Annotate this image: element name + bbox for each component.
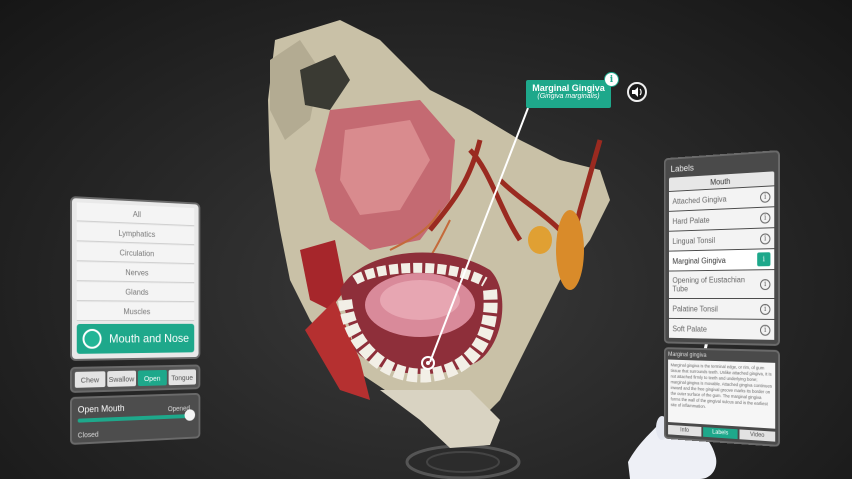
callout-name: Marginal Gingiva	[532, 83, 605, 93]
system-item-glands[interactable]: Glands	[76, 282, 195, 303]
label-item[interactable]: Soft Palate i	[668, 318, 775, 340]
info-icon[interactable]: i	[760, 303, 771, 315]
label-item-text: Lingual Tonsil	[672, 235, 716, 246]
info-icon[interactable]: i	[760, 232, 771, 245]
slider-title: Open Mouth	[77, 403, 125, 415]
salivary-gland	[556, 210, 584, 290]
action-bar: Chew Swallow Open Tongue	[70, 364, 201, 393]
system-item-lymphatics[interactable]: Lymphatics	[76, 222, 195, 246]
label-item-text: Palatine Tonsil	[672, 304, 718, 314]
system-item-nerves[interactable]: Nerves	[76, 262, 195, 284]
label-item-selected[interactable]: Marginal Gingiva i	[668, 249, 775, 271]
audio-speaker-icon[interactable]	[627, 82, 647, 102]
label-item[interactable]: Lingual Tonsil i	[668, 228, 775, 251]
label-item-text: Soft Palate	[672, 324, 707, 334]
label-item-text: Opening of Eustachian Tube	[672, 275, 745, 294]
tab-labels[interactable]: Labels	[703, 427, 738, 440]
slider-thumb[interactable]	[184, 409, 196, 421]
system-list: All Lymphatics Circulation Nerves Glands…	[70, 196, 201, 361]
label-item-text: Marginal Gingiva	[672, 255, 726, 266]
label-item-text: Hard Palate	[672, 215, 710, 226]
tab-info[interactable]: Info	[668, 424, 702, 437]
description-panel: Marginal gingiva Marginal gingiva is the…	[663, 347, 780, 447]
callout-info-icon[interactable]: i	[604, 72, 619, 87]
info-icon[interactable]: i	[760, 190, 771, 203]
open-mouth-slider: Open Mouth Opened Closed	[70, 392, 201, 445]
slider-track[interactable]	[77, 414, 192, 423]
radio-selected-icon	[82, 328, 102, 349]
selected-system-label: Mouth and Nose	[109, 331, 190, 346]
label-item[interactable]: Palatine Tonsil i	[668, 298, 775, 319]
description-text: Marginal gingiva is the terminal edge, o…	[668, 359, 776, 429]
info-icon[interactable]: i	[760, 211, 771, 224]
info-icon[interactable]: i	[757, 252, 771, 267]
chew-button[interactable]: Chew	[74, 371, 105, 388]
open-button[interactable]: Open	[137, 369, 167, 387]
label-item-text: Attached Gingiva	[672, 194, 727, 206]
structure-callout[interactable]: Marginal Gingiva (Gingiva marginalis)	[526, 80, 611, 108]
system-panel: All Lymphatics Circulation Nerves Glands…	[70, 196, 201, 445]
label-item[interactable]: Opening of Eustachian Tube i	[668, 270, 775, 299]
tongue-button[interactable]: Tongue	[168, 369, 196, 386]
info-icon[interactable]: i	[760, 278, 771, 290]
tab-video[interactable]: Video	[739, 429, 776, 442]
system-item-mouth-and-nose[interactable]: Mouth and Nose	[76, 323, 195, 354]
system-item-muscles[interactable]: Muscles	[76, 302, 195, 321]
callout-latin-name: (Gingiva marginalis)	[537, 93, 600, 100]
labels-panel: Labels Mouth Attached Gingiva i Hard Pal…	[663, 150, 780, 447]
system-item-circulation[interactable]: Circulation	[76, 242, 195, 265]
label-item[interactable]: Hard Palate i	[668, 207, 775, 231]
info-icon[interactable]: i	[760, 324, 771, 336]
swallow-button[interactable]: Swallow	[106, 370, 137, 387]
labels-box: Labels Mouth Attached Gingiva i Hard Pal…	[663, 150, 780, 346]
slider-min-label: Closed	[77, 431, 99, 440]
